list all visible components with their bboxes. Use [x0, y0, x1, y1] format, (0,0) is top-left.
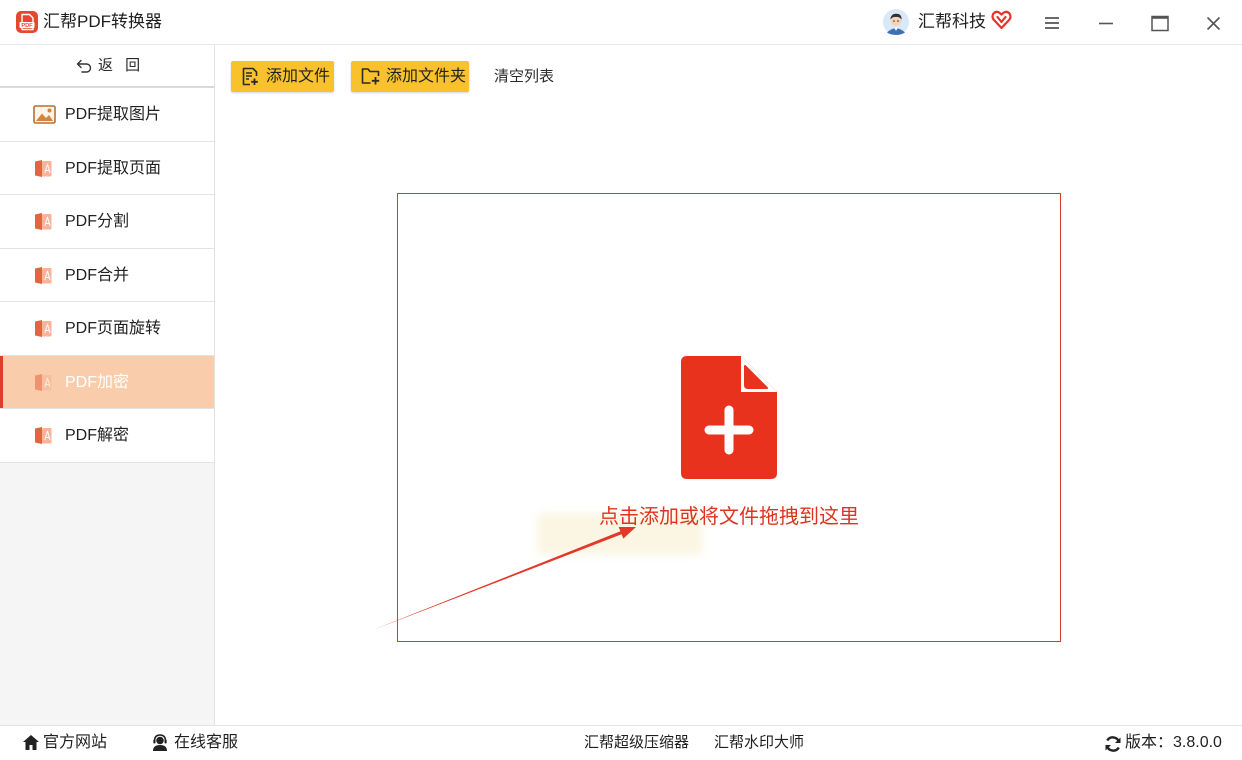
add-document-icon[interactable]: [681, 356, 777, 479]
selected-indicator: [0, 409, 3, 462]
maximize-icon: [1151, 15, 1169, 32]
add-file-label: 添加文件: [266, 68, 331, 85]
logo-text: PDF: [21, 23, 33, 29]
sidebar-item-extract-images[interactable]: PDF提取图片: [0, 88, 214, 142]
minimize-icon: [1098, 15, 1114, 31]
pdf-icon: [33, 212, 56, 231]
sidebar-item-decrypt[interactable]: PDF解密: [0, 409, 214, 463]
sidebar-item-label: PDF提取图片: [65, 106, 162, 123]
pdf-icon: [33, 159, 56, 178]
compressor-link[interactable]: 汇帮超级压缩器: [584, 726, 689, 760]
menu-icon: [1044, 16, 1060, 30]
username[interactable]: 汇帮科技: [918, 11, 986, 33]
close-icon: [1206, 16, 1221, 31]
maximize-button[interactable]: [1148, 12, 1172, 34]
version-label: 版本：3.8.0.0: [1125, 734, 1222, 751]
watermark-link[interactable]: 汇帮水印大师: [714, 726, 804, 760]
sidebar-item-label: PDF分割: [65, 213, 130, 230]
sidebar-item-label: PDF合并: [65, 266, 130, 284]
sidebar-item-label: PDF解密: [65, 427, 130, 444]
sidebar-item-label: PDF页面旋转: [65, 320, 162, 337]
menu-button[interactable]: [1040, 12, 1064, 34]
app-title: 汇帮PDF转换器: [43, 12, 162, 31]
refresh-icon[interactable]: [1104, 735, 1122, 753]
image-icon: [33, 105, 56, 124]
add-folder-button[interactable]: 添加文件夹: [351, 61, 469, 92]
sidebar-item-split[interactable]: PDF分割: [0, 195, 214, 249]
pdf-icon: [33, 426, 56, 445]
minimize-button[interactable]: [1094, 12, 1118, 34]
sidebar-item-label: PDF加密: [65, 373, 130, 391]
sidebar-item-rotate[interactable]: PDF页面旋转: [0, 302, 214, 356]
headset-icon[interactable]: [151, 734, 169, 752]
selected-indicator: [0, 249, 3, 302]
add-file-icon: [241, 67, 259, 86]
vip-heart-icon[interactable]: [991, 10, 1012, 30]
sidebar-item-encrypt[interactable]: PDF加密: [0, 355, 214, 409]
selected-indicator: [0, 302, 3, 355]
back-label[interactable]: 返 回: [98, 57, 144, 75]
drop-hint-text: 点击添加或将文件拖拽到这里: [599, 506, 859, 528]
selected-indicator: [0, 88, 3, 141]
clear-list-button[interactable]: 清空列表: [494, 67, 554, 87]
selected-indicator: [0, 355, 3, 408]
add-folder-label: 添加文件夹: [386, 68, 467, 85]
sidebar-item-label: PDF提取页面: [65, 159, 162, 177]
online-support-link[interactable]: 在线客服: [174, 726, 238, 760]
close-button[interactable]: [1201, 12, 1225, 34]
pdf-icon: [33, 319, 56, 338]
add-file-button[interactable]: 添加文件: [231, 61, 334, 92]
add-folder-icon: [361, 67, 380, 85]
home-icon[interactable]: [22, 734, 40, 752]
official-website-link[interactable]: 官方网站: [43, 726, 107, 760]
back-arrow-icon[interactable]: [76, 59, 92, 73]
pdf-logo-icon: PDF: [16, 11, 38, 33]
avatar-icon[interactable]: [883, 9, 909, 35]
pdf-icon: [33, 266, 56, 285]
selected-indicator: [0, 195, 3, 248]
sidebar-item-merge[interactable]: PDF合并: [0, 248, 214, 302]
pdf-icon: [33, 373, 56, 392]
sidebar-item-extract-pages[interactable]: PDF提取页面: [0, 141, 214, 195]
selected-indicator: [0, 142, 3, 195]
